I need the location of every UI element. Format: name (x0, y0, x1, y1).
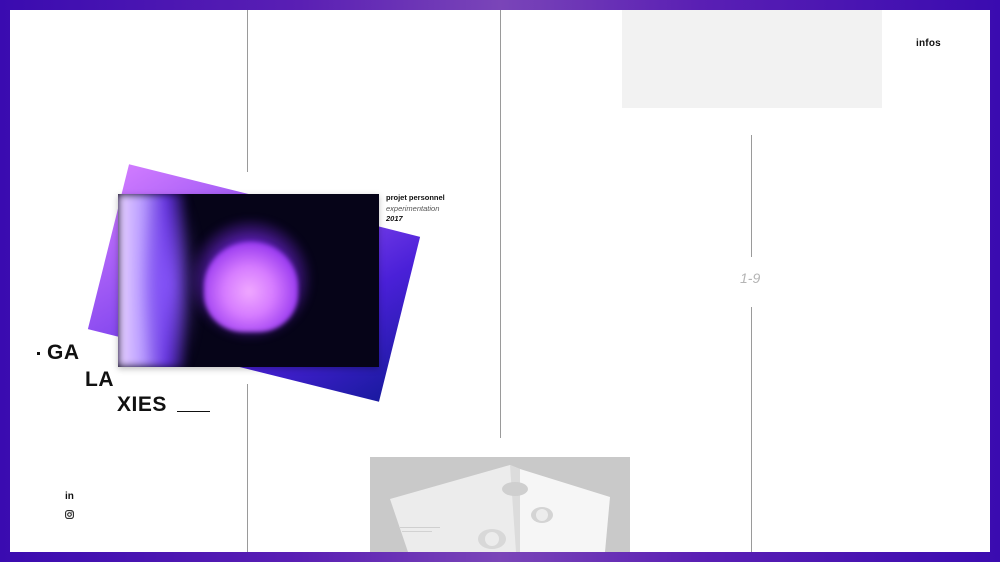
mockup-graphic (390, 465, 610, 552)
divider-line (500, 10, 501, 438)
project-year: 2017 (386, 214, 403, 223)
project-category: projet personnel (386, 193, 445, 202)
divider-line (247, 10, 248, 172)
project-type: experimentation (386, 203, 440, 213)
project-meta: projet personnel experimentation 2017 (386, 193, 445, 225)
divider-line (751, 135, 752, 257)
infos-link[interactable]: infos (916, 38, 941, 49)
title-underline (177, 411, 210, 412)
title-line: XIES (117, 393, 167, 416)
image-orb (204, 242, 298, 332)
project-preview-mockup[interactable] (370, 457, 630, 552)
divider-line (247, 384, 248, 552)
project-image[interactable] (118, 194, 379, 367)
title-bullet (37, 352, 40, 355)
divider-line (751, 307, 752, 552)
title-line: LA (85, 368, 114, 391)
pagination-indicator: 1-9 (740, 270, 761, 286)
linkedin-icon[interactable]: in (65, 491, 74, 502)
title-line: GA (47, 341, 80, 364)
project-thumbnail-placeholder[interactable] (622, 10, 882, 108)
page-frame: infos 1-9 projet personnel experimentati… (10, 10, 990, 552)
instagram-icon[interactable] (65, 510, 74, 519)
